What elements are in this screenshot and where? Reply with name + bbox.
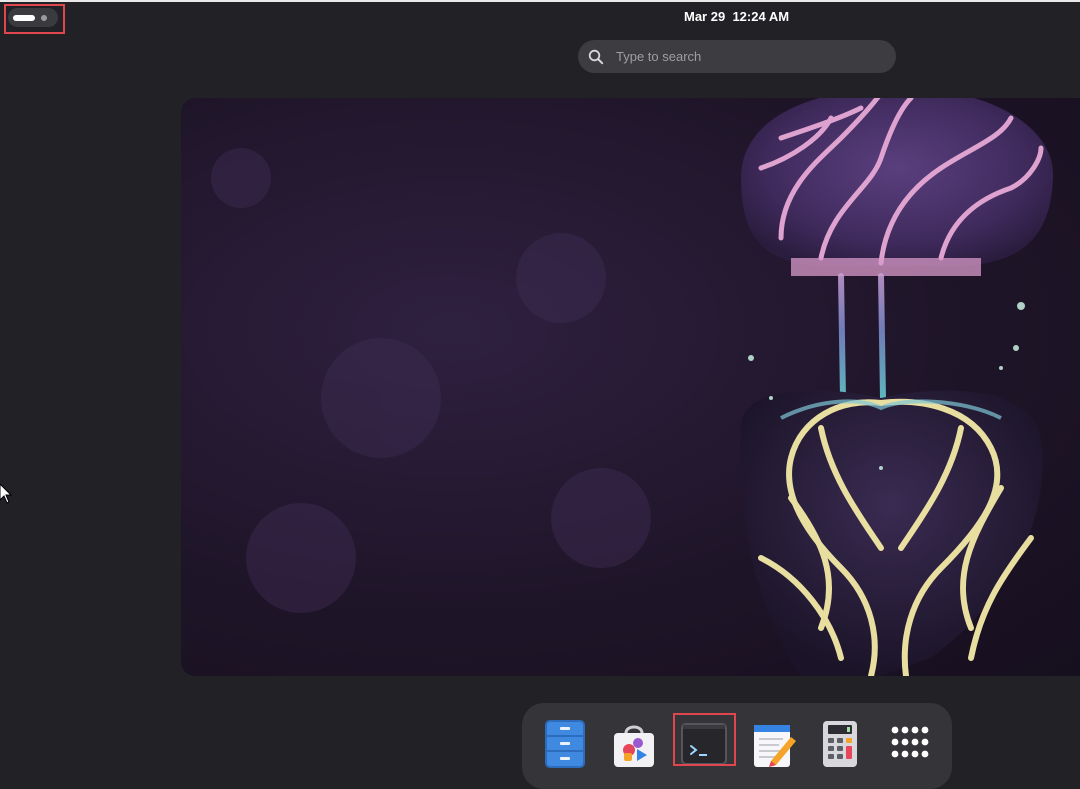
files-icon (543, 719, 587, 774)
wallpaper-jellyfish (211, 98, 1054, 676)
calculator-icon (820, 719, 860, 774)
terminal-icon (680, 722, 728, 771)
dock-item-calculator[interactable] (812, 718, 868, 774)
dock-item-show-applications[interactable] (881, 718, 937, 774)
dock-item-files[interactable] (537, 718, 593, 774)
top-edge-line (0, 0, 1080, 2)
search-bar[interactable] (578, 40, 896, 73)
dock-item-software[interactable] (606, 718, 662, 774)
workspace-indicator-active (13, 14, 35, 21)
activities-button[interactable] (8, 8, 58, 27)
search-input[interactable] (614, 48, 878, 65)
dock-item-terminal[interactable] (676, 718, 732, 774)
software-store-icon (609, 719, 659, 774)
app-grid-icon (889, 724, 929, 769)
workspace-thumbnail[interactable] (181, 98, 1080, 676)
clock[interactable]: Mar 29 12:24 AM (684, 9, 789, 24)
clock-date: Mar 29 (684, 9, 726, 24)
clock-time: 12:24 AM (732, 9, 790, 24)
dock-item-text-editor[interactable] (745, 718, 801, 774)
workspace-indicator-inactive (41, 14, 47, 21)
text-editor-icon (749, 719, 797, 774)
search-icon (588, 49, 604, 65)
mouse-cursor-icon (0, 483, 13, 509)
